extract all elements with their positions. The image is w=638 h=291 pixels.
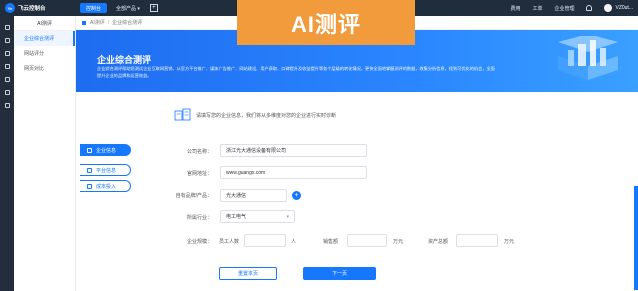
nav-console[interactable]: 控制台 <box>80 3 108 13</box>
clipboard-icon <box>174 108 191 121</box>
logo-icon: Ye <box>5 3 15 13</box>
side-item-site-score[interactable]: 网站评分 <box>14 46 75 61</box>
sales-input[interactable] <box>347 234 387 247</box>
side-menu-title: AI测评 <box>14 16 75 31</box>
staff-unit: 人 <box>291 239 297 245</box>
scale-label: 企业规模： <box>186 239 212 245</box>
nav-tickets[interactable]: 工单 <box>532 5 542 12</box>
top-right-area: 费用 工单 企业管理 VZ0ut... <box>498 0 633 16</box>
industry-select[interactable]: 电工电气 ▾ <box>220 210 295 223</box>
right-edge-strip <box>634 186 638 290</box>
tip: 请填写您的企业信息，我们将从多维度对您的企业进行实时诊断 <box>174 108 336 122</box>
bar-chart-icon[interactable] <box>4 77 10 82</box>
top-nav: 控制台 全部产品 ▾ + <box>77 0 158 16</box>
username[interactable]: VZ0ut... <box>615 5 633 11</box>
website-input[interactable]: www.guangx.com <box>220 166 367 179</box>
breadcrumb-separator: / <box>107 19 110 26</box>
coin-icon <box>87 183 92 189</box>
chart-icon[interactable] <box>4 64 10 69</box>
next-page-button[interactable]: 下一页 <box>303 267 376 280</box>
logo[interactable]: Ye 飞云控制台 <box>5 3 77 13</box>
hero-description: 企业综合测评帮助您测试企业互联网营销，从官方平台推广、媒体广告推广、网站建设、用… <box>97 66 495 78</box>
breadcrumb-item[interactable]: AI测评 <box>90 19 105 26</box>
icon-rail <box>0 16 14 291</box>
website-label: 官网地址： <box>186 171 212 177</box>
chevron-down-icon: ▾ <box>286 214 289 220</box>
staff-input[interactable] <box>244 234 286 247</box>
document-icon[interactable] <box>4 103 10 108</box>
add-icon[interactable]: + <box>149 4 158 12</box>
assets-input[interactable] <box>456 234 498 247</box>
industry-label: 所属行业： <box>186 215 212 221</box>
logo-text: 飞云控制台 <box>18 6 46 12</box>
isometric-illustration-icon <box>558 36 618 80</box>
breadcrumb-marker <box>82 20 86 25</box>
add-brand-button[interactable]: + <box>292 191 301 200</box>
sales-label: 销售额 <box>323 239 339 245</box>
avatar[interactable] <box>604 4 613 12</box>
side-item-company-eval[interactable]: 企业综合测评 <box>14 31 75 46</box>
step-label: 成本投入 <box>96 183 117 190</box>
sales-unit: 万元 <box>393 239 404 245</box>
nav-enterprise[interactable]: 企业管理 <box>554 5 574 12</box>
tip-text: 请填写您的企业信息，我们将从多维度对您的企业进行实时诊断 <box>196 112 337 119</box>
step-cost-input[interactable]: 成本投入 <box>80 180 131 192</box>
settings-icon[interactable] <box>4 38 10 43</box>
brand-input[interactable]: 光大通信 <box>220 189 287 202</box>
side-menu: AI测评 企业综合测评 网站评分 网页对比 <box>14 16 76 291</box>
company-name-label: 公司名称： <box>186 149 212 155</box>
platform-icon <box>87 167 92 173</box>
nav-all-products[interactable]: 全部产品 ▾ <box>110 0 146 16</box>
company-name-input[interactable]: 浙江光大通信设备有限公司 <box>220 144 367 157</box>
step-company-info[interactable]: 企业信息 <box>80 144 131 156</box>
industry-value: 电工电气 <box>226 214 247 220</box>
staff-label: 员工人数 <box>219 239 240 245</box>
breadcrumb-current: 企业综合测评 <box>112 20 143 26</box>
step-label: 平台信息 <box>96 167 117 174</box>
step-platform-info[interactable]: 平台信息 <box>80 164 131 176</box>
nav-billing[interactable]: 费用 <box>510 5 520 12</box>
step-label: 企业信息 <box>96 147 117 154</box>
reset-button[interactable]: 重置本页 <box>219 267 277 280</box>
message-icon[interactable] <box>4 90 10 95</box>
assets-unit: 万元 <box>504 239 515 245</box>
building-icon <box>87 147 92 153</box>
assets-label: 资产总额 <box>428 239 449 245</box>
bell-icon[interactable] <box>586 5 593 11</box>
home-icon[interactable] <box>4 25 10 30</box>
ai-eval-banner: AI测评 <box>237 0 415 45</box>
brand-label: 自有品牌/产品： <box>175 193 212 199</box>
side-item-page-compare[interactable]: 网页对比 <box>14 61 75 76</box>
cart-icon[interactable] <box>4 51 10 56</box>
